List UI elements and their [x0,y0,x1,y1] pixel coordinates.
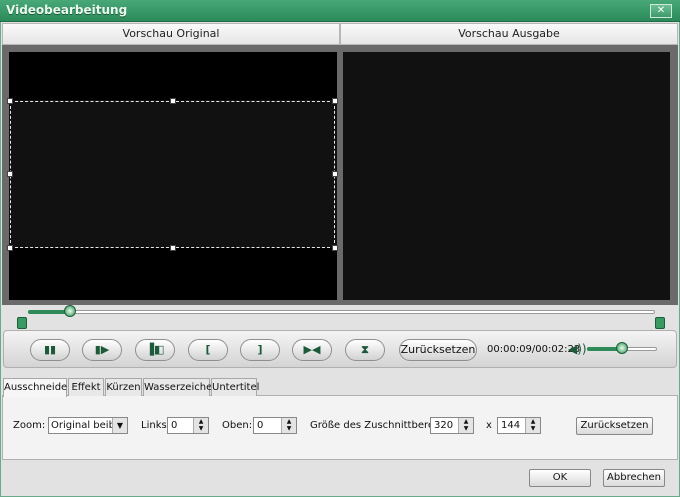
top-stepper[interactable]: 0 ▲ ▼ [253,417,297,434]
chevron-down-icon[interactable]: ▼ [112,418,127,433]
crop-reset-button[interactable]: Zurücksetzen [576,417,653,435]
crop-handle-top-right[interactable] [332,98,338,104]
zoom-label: Zoom: [13,420,46,431]
title-bar: Videobearbeitung ✕ [0,0,680,22]
crop-width-stepper[interactable]: 320 ▲ ▼ [430,417,474,434]
x-separator: x [486,420,492,431]
top-value: 0 [257,420,264,431]
window-title: Videobearbeitung [6,3,128,17]
left-stepper-arrows-icon[interactable]: ▲ ▼ [193,418,208,433]
crop-height-value: 144 [501,420,521,431]
tab-untertitel[interactable]: Untertitel [211,378,259,396]
set-start-button[interactable]: [ [188,339,228,361]
volume-handle[interactable] [616,342,628,354]
crop-rectangle[interactable] [10,101,335,248]
speaker-icon[interactable]: ◀)) [568,342,587,356]
set-end-button[interactable]: ] [240,339,280,361]
seek-bar[interactable] [28,310,655,314]
crop-height-stepper[interactable]: 144 ▲ ▼ [497,417,541,434]
crop-handle-bottom-mid[interactable] [170,245,176,251]
top-stepper-arrows-icon[interactable]: ▲ ▼ [281,418,296,433]
close-icon[interactable]: ✕ [650,4,672,18]
start-marker-icon[interactable] [17,317,27,329]
crop-handle-bottom-left[interactable] [7,245,13,251]
width-stepper-arrows-icon[interactable]: ▲ ▼ [458,418,473,433]
crop-handle-top-mid[interactable] [170,98,176,104]
skip-end-button[interactable]: ▶◀ [292,339,332,361]
crop-handle-mid-left[interactable] [7,171,13,177]
zoom-select[interactable]: Original beibeh ▼ [48,417,128,434]
pause-button[interactable]: ▮▮ [30,339,70,361]
tab-kuerzen[interactable]: Kürzen [105,378,142,396]
crop-width-value: 320 [434,420,454,431]
tab-effekt[interactable]: Effekt [68,378,104,396]
end-marker-icon[interactable] [655,317,665,329]
tab-wasserzeichen[interactable]: Wasserzeichen [143,378,219,396]
crop-handle-mid-right[interactable] [332,171,338,177]
split-button[interactable]: ⧗ [345,339,385,361]
preview-output-header: Vorschau Ausgabe [340,23,678,45]
seek-handle[interactable] [64,305,76,317]
height-stepper-arrows-icon[interactable]: ▲ ▼ [525,418,540,433]
left-value: 0 [171,420,178,431]
output-video [343,52,670,300]
left-stepper[interactable]: 0 ▲ ▼ [167,417,209,434]
play-button[interactable]: ▮▶ [82,339,122,361]
crop-handle-top-left[interactable] [7,98,13,104]
time-display: 00:00:09/00:02:23 [487,344,581,355]
ok-button[interactable]: OK [529,469,591,487]
next-frame-button[interactable]: ▐◧ [135,339,175,361]
playback-reset-button[interactable]: Zurücksetzen [399,339,477,361]
top-label: Oben: [222,420,253,431]
tab-ausschneiden[interactable]: Ausschneiden [3,378,74,397]
crop-handle-bottom-right[interactable] [332,245,338,251]
left-label: Links: [141,420,171,431]
preview-original-header: Vorschau Original [2,23,340,45]
cancel-button[interactable]: Abbrechen [603,469,665,487]
